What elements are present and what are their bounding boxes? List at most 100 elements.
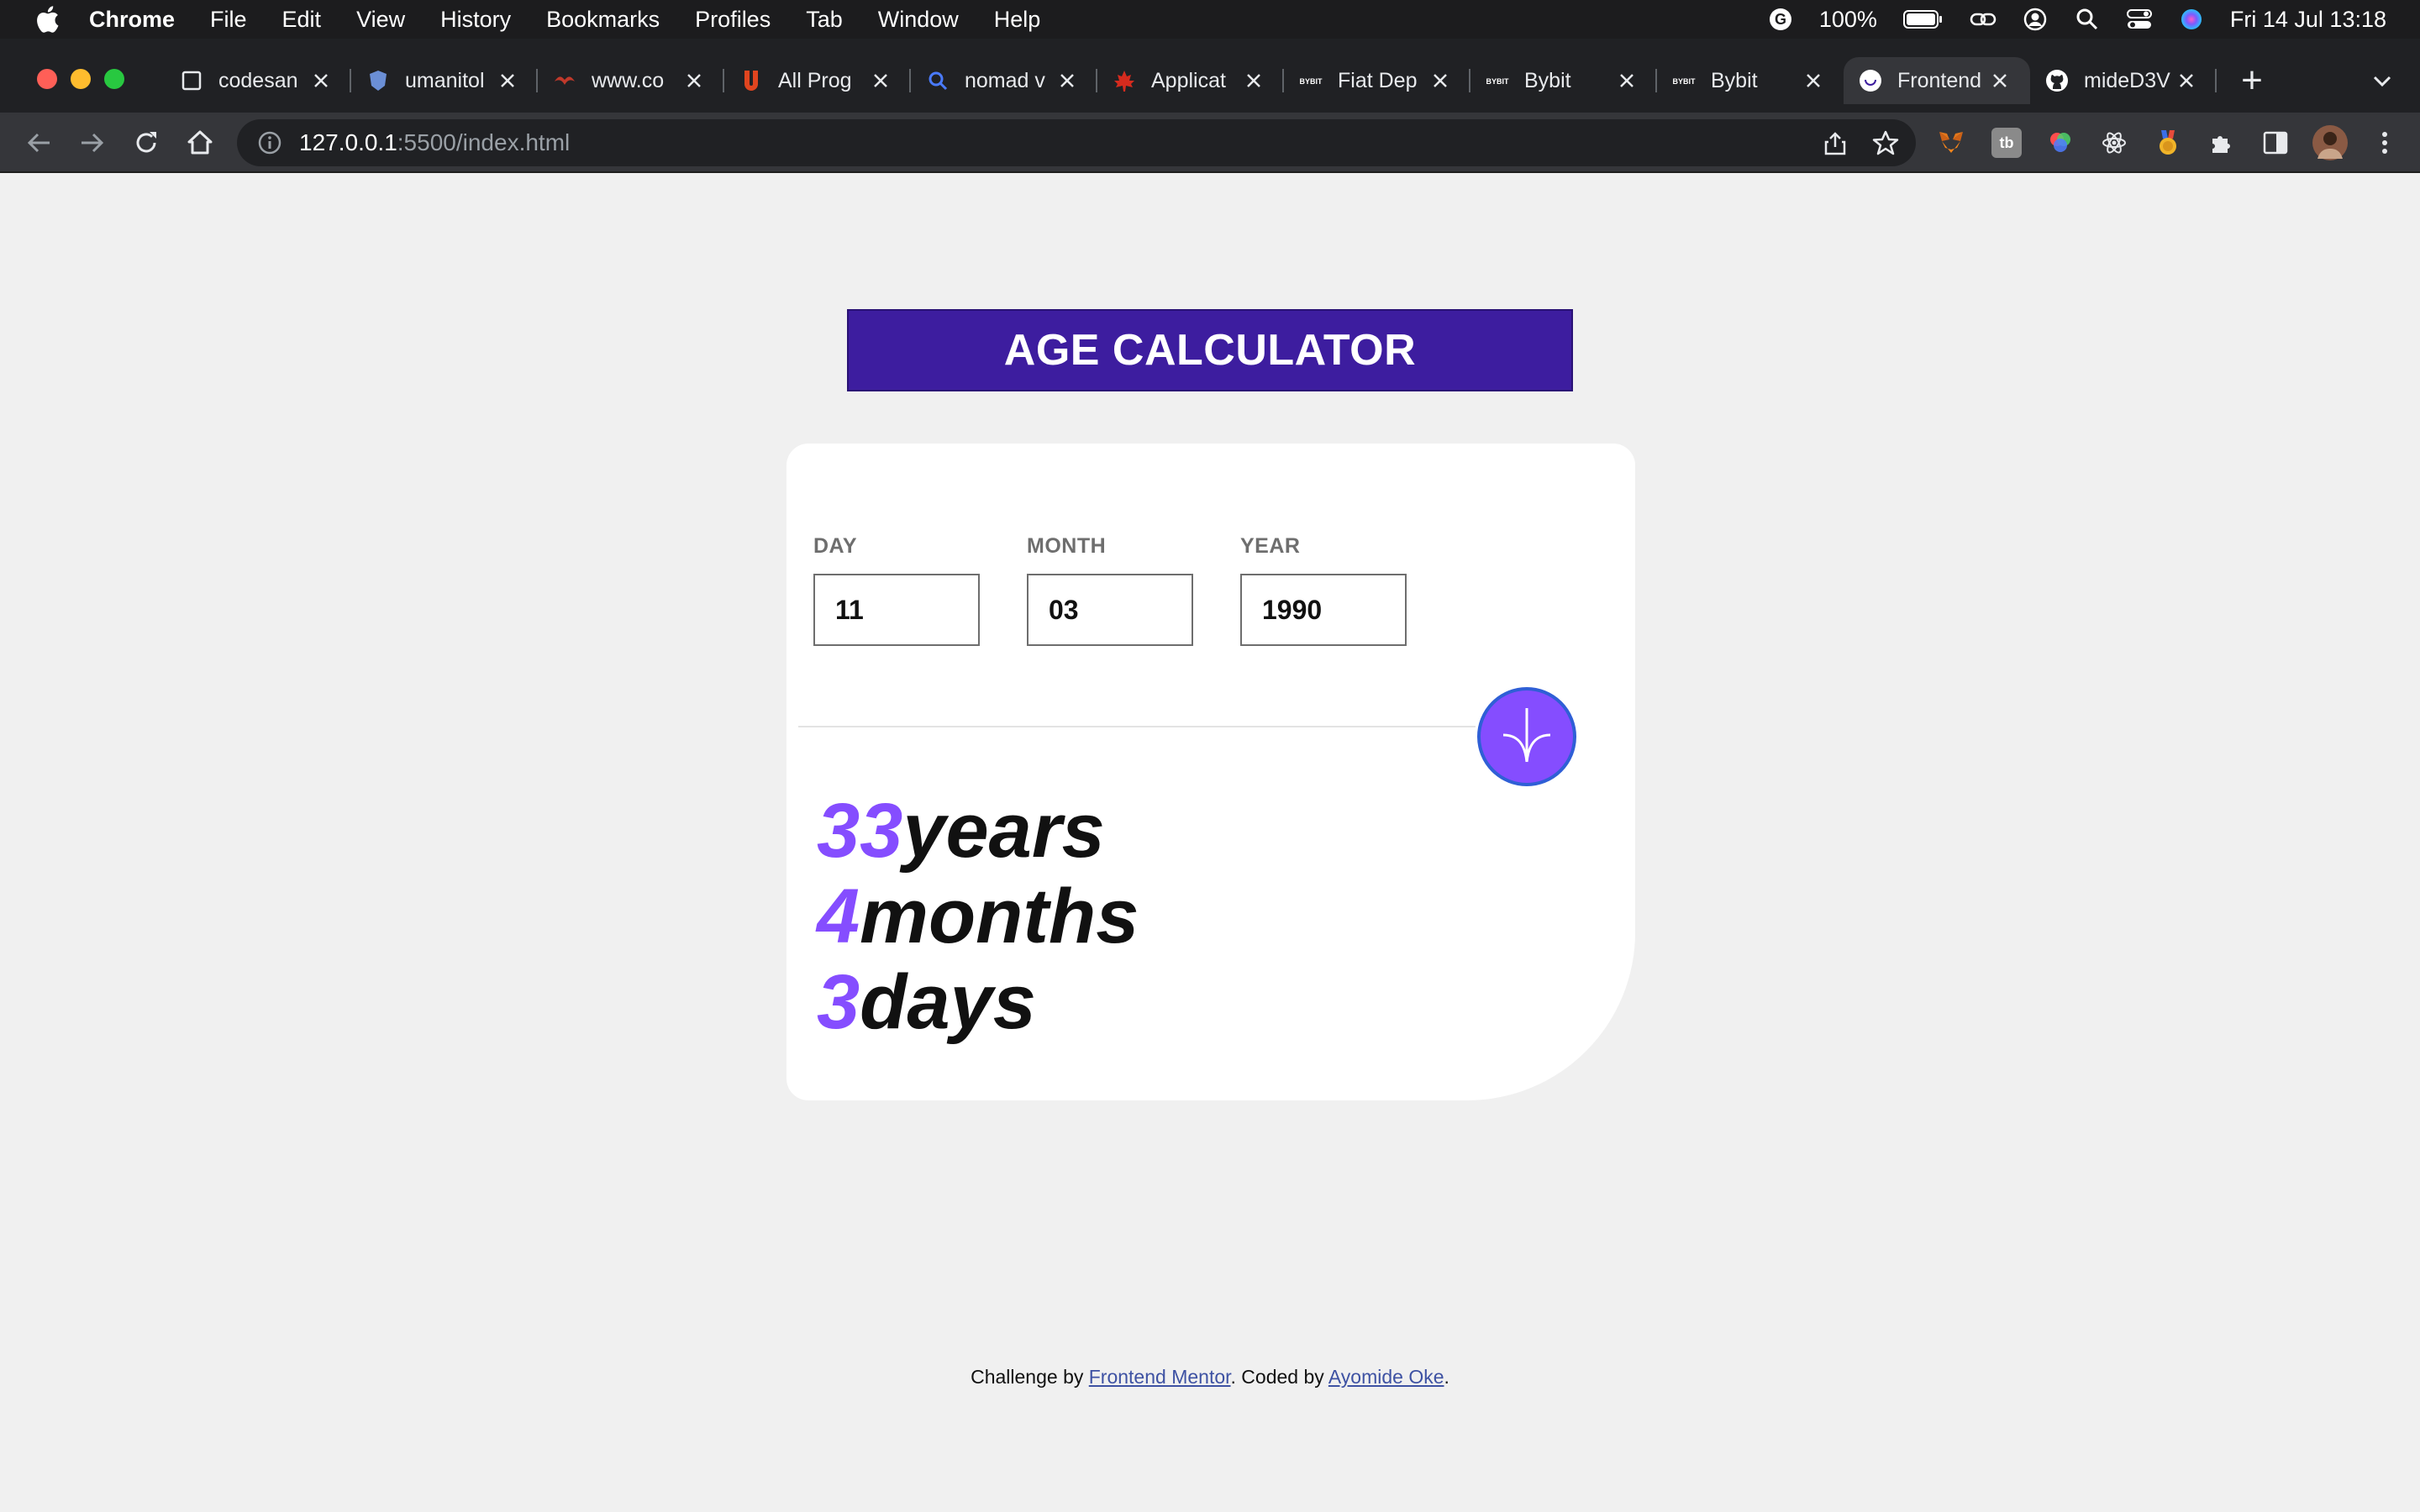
- react-devtools-icon[interactable]: [2099, 128, 2129, 158]
- calculate-button[interactable]: [1477, 687, 1576, 786]
- frontend-mentor-link[interactable]: Frontend Mentor: [1089, 1366, 1231, 1388]
- zoom-window-button[interactable]: [104, 69, 124, 89]
- tab-title: umanitol: [405, 68, 485, 92]
- site-info-icon[interactable]: [257, 130, 282, 155]
- month-input[interactable]: [1027, 574, 1193, 646]
- color-picker-extension-icon[interactable]: [2045, 128, 2075, 158]
- siri-icon[interactable]: [2178, 6, 2205, 33]
- menu-history[interactable]: History: [440, 7, 511, 33]
- close-tab-icon[interactable]: [309, 69, 333, 92]
- browser-tab[interactable]: mideD3V: [2030, 57, 2217, 104]
- day-field: DAY: [813, 534, 980, 646]
- share-icon[interactable]: [1822, 129, 1849, 156]
- results: 33years 4months 3days: [817, 788, 1139, 1045]
- close-tab-icon[interactable]: [1428, 69, 1452, 92]
- tab-title: nomad v: [965, 68, 1045, 92]
- footer-middle: . Coded by: [1230, 1366, 1328, 1388]
- page-title: AGE CALCULATOR: [847, 309, 1573, 391]
- tb-extension-icon[interactable]: tb: [1991, 128, 2022, 158]
- tab-title: Bybit: [1711, 68, 1758, 92]
- close-window-button[interactable]: [37, 69, 57, 89]
- tab-search-chevron-icon[interactable]: [2368, 67, 2396, 96]
- new-tab-button[interactable]: +: [2235, 60, 2269, 101]
- author-link[interactable]: Ayomide Oke: [1328, 1366, 1444, 1388]
- side-panel-icon[interactable]: [2260, 128, 2291, 158]
- battery-icon[interactable]: [1902, 6, 1944, 33]
- menu-view[interactable]: View: [356, 7, 405, 33]
- menu-help[interactable]: Help: [994, 7, 1041, 33]
- tab-title: www.co: [592, 68, 665, 92]
- puzzle-extensions-icon[interactable]: [2207, 128, 2237, 158]
- browser-tab[interactable]: www.co: [538, 57, 724, 104]
- metamask-extension-icon[interactable]: [1936, 128, 1966, 158]
- control-center-icon[interactable]: [2126, 6, 2153, 33]
- minimize-window-button[interactable]: [71, 69, 91, 89]
- apple-menu-icon[interactable]: [34, 4, 60, 34]
- tab-title: All Prog: [778, 68, 852, 92]
- browser-tab[interactable]: BYBIT Bybit: [1657, 57, 1844, 104]
- bookmark-star-icon[interactable]: [1872, 129, 1899, 156]
- browser-tab[interactable]: Frontend: [1844, 57, 2030, 104]
- close-tab-icon[interactable]: [1055, 69, 1079, 92]
- address-bar[interactable]: 127.0.0.1:5500/index.html: [237, 119, 1916, 166]
- close-tab-icon[interactable]: [1242, 69, 1265, 92]
- user-account-icon[interactable]: [2022, 6, 2049, 33]
- close-tab-icon[interactable]: [1988, 69, 2012, 92]
- menu-clock[interactable]: Fri 14 Jul 13:18: [2230, 7, 2386, 33]
- reload-icon[interactable]: [131, 128, 161, 158]
- tab-list: codesan umanitol www.co All Prog nomad v Appl…: [165, 57, 2217, 104]
- spotlight-search-icon[interactable]: [2074, 6, 2101, 33]
- url-host: 127.0.0.1: [299, 129, 397, 155]
- shield-crest-icon: [366, 69, 390, 92]
- browser-tab[interactable]: BYBIT Fiat Dep: [1284, 57, 1470, 104]
- frontend-mentor-icon: [1859, 69, 1882, 92]
- bird-icon: [553, 69, 576, 92]
- menu-tab[interactable]: Tab: [806, 7, 843, 33]
- tab-title: Fiat Dep: [1338, 68, 1418, 92]
- grammarly-icon[interactable]: G: [1767, 6, 1794, 33]
- close-tab-icon[interactable]: [1802, 69, 1825, 92]
- back-arrow-icon[interactable]: [24, 128, 54, 158]
- menu-app-name[interactable]: Chrome: [89, 7, 175, 33]
- menu-edit[interactable]: Edit: [282, 7, 322, 33]
- menu-window[interactable]: Window: [878, 7, 959, 33]
- close-tab-icon[interactable]: [1615, 69, 1639, 92]
- bybit-icon: BYBIT: [1486, 69, 1510, 92]
- day-label: DAY: [813, 534, 857, 558]
- home-icon[interactable]: [185, 128, 215, 158]
- close-tab-icon[interactable]: [496, 69, 519, 92]
- close-tab-icon[interactable]: [2175, 69, 2198, 92]
- browser-tab[interactable]: All Prog: [724, 57, 911, 104]
- browser-tab[interactable]: BYBIT Bybit: [1470, 57, 1657, 104]
- footer-prefix: Challenge by: [971, 1366, 1089, 1388]
- divider: [798, 726, 1476, 727]
- day-input[interactable]: [813, 574, 980, 646]
- browser-tab[interactable]: umanitol: [351, 57, 538, 104]
- maple-leaf-icon: [1113, 69, 1136, 92]
- link-icon[interactable]: [1970, 6, 1996, 33]
- url-text[interactable]: 127.0.0.1:5500/index.html: [299, 129, 570, 156]
- year-input[interactable]: [1240, 574, 1407, 646]
- chrome-menu-kebab-icon[interactable]: [2370, 128, 2400, 158]
- close-tab-icon[interactable]: [682, 69, 706, 92]
- tab-title: Applicat: [1151, 68, 1226, 92]
- svg-text:G: G: [1775, 11, 1786, 28]
- battery-percent: 100%: [1818, 6, 1877, 32]
- menu-file[interactable]: File: [210, 7, 247, 33]
- year-field: YEAR: [1240, 534, 1407, 646]
- svg-text:BYBIT: BYBIT: [1486, 77, 1510, 86]
- close-tab-icon[interactable]: [869, 69, 892, 92]
- profile-avatar[interactable]: [2312, 125, 2348, 160]
- forward-arrow-icon[interactable]: [77, 128, 108, 158]
- attribution-footer: Challenge by Frontend Mentor. Coded by A…: [0, 1366, 2420, 1389]
- days-unit: days: [860, 959, 1036, 1045]
- year-label: YEAR: [1240, 534, 1301, 558]
- months-unit: months: [860, 874, 1139, 959]
- menu-bookmarks[interactable]: Bookmarks: [546, 7, 660, 33]
- medal-extension-icon[interactable]: [2153, 128, 2183, 158]
- browser-toolbar: 127.0.0.1:5500/index.html tb: [0, 113, 2420, 173]
- browser-tab[interactable]: nomad v: [911, 57, 1097, 104]
- browser-tab[interactable]: Applicat: [1097, 57, 1284, 104]
- menu-profiles[interactable]: Profiles: [695, 7, 771, 33]
- browser-tab[interactable]: codesan: [165, 57, 351, 104]
